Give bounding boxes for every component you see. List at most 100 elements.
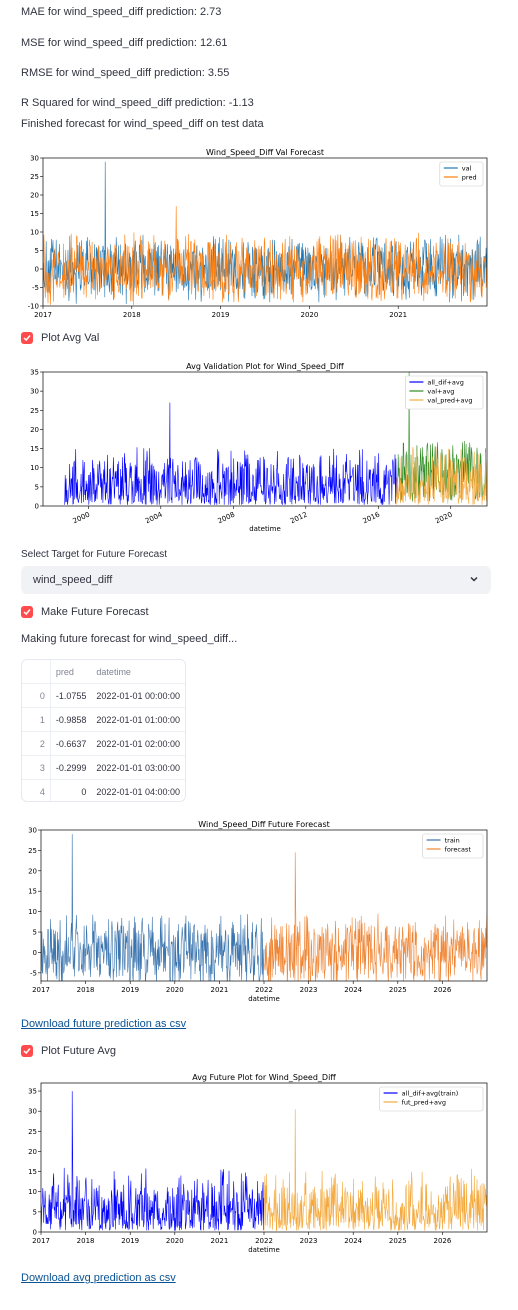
x-tick-label: 2004 — [144, 510, 164, 525]
row-pred: 0 — [50, 779, 92, 801]
y-tick-label: 5 — [33, 1208, 37, 1216]
plot-avg-val-label: Plot Avg Val — [41, 332, 100, 344]
y-tick-label: 25 — [28, 1128, 37, 1136]
row-index: 0 — [22, 683, 51, 708]
legend-label: forecast — [445, 846, 472, 854]
x-tick-label: 2019 — [121, 1237, 139, 1245]
download-future-link[interactable]: Download future prediction as csv — [21, 1018, 186, 1030]
mse-text: MSE for wind_speed_diff prediction: 12.6… — [21, 37, 228, 49]
checkbox-checked-icon — [21, 332, 33, 344]
y-tick-label: 35 — [28, 1088, 37, 1096]
y-tick-label: 20 — [30, 426, 39, 434]
table-header-datetime: datetime — [91, 660, 185, 684]
y-tick-label: 10 — [30, 464, 39, 472]
y-tick-label: 0 — [33, 949, 37, 957]
forecast-table: pred datetime 0 -1.0755 2022-01-01 00:00:0… — [21, 659, 186, 802]
x-tick-label: 2020 — [300, 311, 318, 319]
val-forecast-chart: Wind_Speed_Diff Val Forecast -10 -5 0 5 10 15 2… — [28, 148, 488, 319]
y-tick-label: 5 — [35, 483, 39, 491]
table-row: 0 -1.0755 2022-01-01 00:00:00 — [22, 683, 185, 708]
y-tick-label: 15 — [30, 210, 39, 218]
x-axis-label: datetime — [248, 1246, 280, 1254]
target-select[interactable]: wind_speed_diff — [21, 566, 491, 594]
mae-text: MAE for wind_speed_diff prediction: 2.73 — [21, 6, 222, 18]
x-tick-label: 2020 — [166, 1237, 184, 1245]
chevron-down-icon — [469, 574, 479, 587]
chart-title: Avg Future Plot for Wind_Speed_Diff — [192, 1073, 336, 1082]
plot-avg-val-checkbox[interactable]: Plot Avg Val — [21, 332, 99, 344]
y-tick-label: 35 — [30, 369, 39, 377]
row-index: 4 — [22, 779, 51, 801]
y-tick-label: 0 — [35, 503, 39, 511]
y-tick-label: 15 — [30, 445, 39, 453]
series-line-train — [41, 834, 265, 981]
legend-label: pred — [462, 174, 477, 182]
series-line-all_dif+avg — [64, 402, 397, 506]
y-tick-label: 20 — [28, 867, 37, 875]
chart-title: Wind_Speed_Diff Val Forecast — [206, 148, 324, 157]
legend-label: val — [462, 165, 472, 173]
table-header-row: pred datetime — [22, 660, 185, 684]
plot-future-avg-checkbox[interactable]: Plot Future Avg — [21, 1045, 116, 1057]
series-line-all_dif+avg(train) — [41, 1091, 265, 1232]
table-row: 1 -0.9858 2022-01-01 01:00:00 — [22, 707, 185, 732]
plot-future-avg-label: Plot Future Avg — [41, 1045, 117, 1057]
x-tick-label: 2023 — [300, 986, 318, 994]
x-tick-label: 2000 — [72, 511, 92, 526]
making-forecast-text: Making future forecast for wind_speed_di… — [21, 633, 238, 645]
table-header-index — [22, 660, 51, 684]
table-row: 2 -0.6637 2022-01-01 02:00:00 — [22, 731, 185, 756]
checkbox-checked-icon — [21, 1045, 33, 1057]
x-tick-label: 2018 — [77, 986, 95, 994]
download-avg-link[interactable]: Download avg prediction as csv — [21, 1272, 176, 1284]
y-tick-label: 25 — [30, 407, 39, 415]
y-tick-label: 10 — [30, 229, 39, 237]
x-tick-label: 2018 — [123, 311, 141, 319]
y-tick-label: 10 — [28, 1188, 37, 1196]
row-datetime: 2022-01-01 00:00:00 — [91, 683, 185, 708]
y-tick-label: 5 — [33, 929, 37, 937]
make-future-checkbox[interactable]: Make Future Forecast — [21, 606, 149, 618]
r2-text: R Squared for wind_speed_diff prediction… — [21, 97, 254, 109]
x-tick-label: 2021 — [210, 986, 228, 994]
avg-validation-chart: Avg Validation Plot for Wind_Speed_Diff 0… — [30, 362, 488, 533]
make-future-label: Make Future Forecast — [41, 606, 149, 618]
series-line-fut_pred+avg — [263, 1109, 487, 1232]
series-line-val_pred+avg — [396, 446, 487, 505]
y-tick-label: 30 — [30, 388, 39, 396]
x-tick-label: 2022 — [255, 986, 273, 994]
x-tick-label: 2018 — [77, 1237, 95, 1245]
table-row: 3 -0.2999 2022-01-01 03:00:00 — [22, 755, 185, 780]
target-select-value: wind_speed_diff — [33, 574, 113, 586]
chart-title: Wind_Speed_Diff Future Forecast — [198, 820, 330, 829]
y-tick-label: 20 — [28, 1148, 37, 1156]
row-pred: -1.0755 — [50, 683, 92, 708]
avg-future-chart: Avg Future Plot for Wind_Speed_Diff 0 5 10 1… — [28, 1073, 488, 1254]
legend-label: val+avg — [427, 388, 454, 396]
x-tick-label: 2024 — [344, 1237, 362, 1245]
x-tick-label: 2020 — [434, 511, 454, 526]
y-tick-label: 30 — [28, 1108, 37, 1116]
x-tick-label: 2025 — [389, 1237, 407, 1245]
y-tick-label: 25 — [30, 173, 39, 181]
y-tick-label: 15 — [28, 1168, 37, 1176]
y-tick-label: 10 — [28, 908, 37, 916]
x-tick-label: 2021 — [389, 311, 407, 319]
y-tick-label: -10 — [28, 303, 39, 311]
y-tick-label: 20 — [30, 192, 39, 200]
x-tick-label: 2023 — [300, 1237, 318, 1245]
y-tick-label: -5 — [30, 969, 37, 977]
x-axis-label: datetime — [248, 995, 280, 1003]
row-pred: -0.6637 — [50, 731, 92, 756]
legend-label: all_dif+avg — [427, 379, 463, 387]
y-tick-label: -5 — [32, 284, 39, 292]
x-tick-label: 2021 — [210, 1237, 228, 1245]
chart-title: Avg Validation Plot for Wind_Speed_Diff — [186, 362, 344, 371]
table-row: 4 0 2022-01-01 04:00:00 — [22, 779, 185, 801]
y-tick-label: 30 — [28, 827, 37, 835]
row-pred: -0.2999 — [50, 755, 92, 780]
y-tick-label: 5 — [35, 247, 39, 255]
row-index: 1 — [22, 707, 51, 732]
rmse-text: RMSE for wind_speed_diff prediction: 3.5… — [21, 67, 230, 79]
legend-label: all_dif+avg(train) — [402, 1090, 459, 1098]
